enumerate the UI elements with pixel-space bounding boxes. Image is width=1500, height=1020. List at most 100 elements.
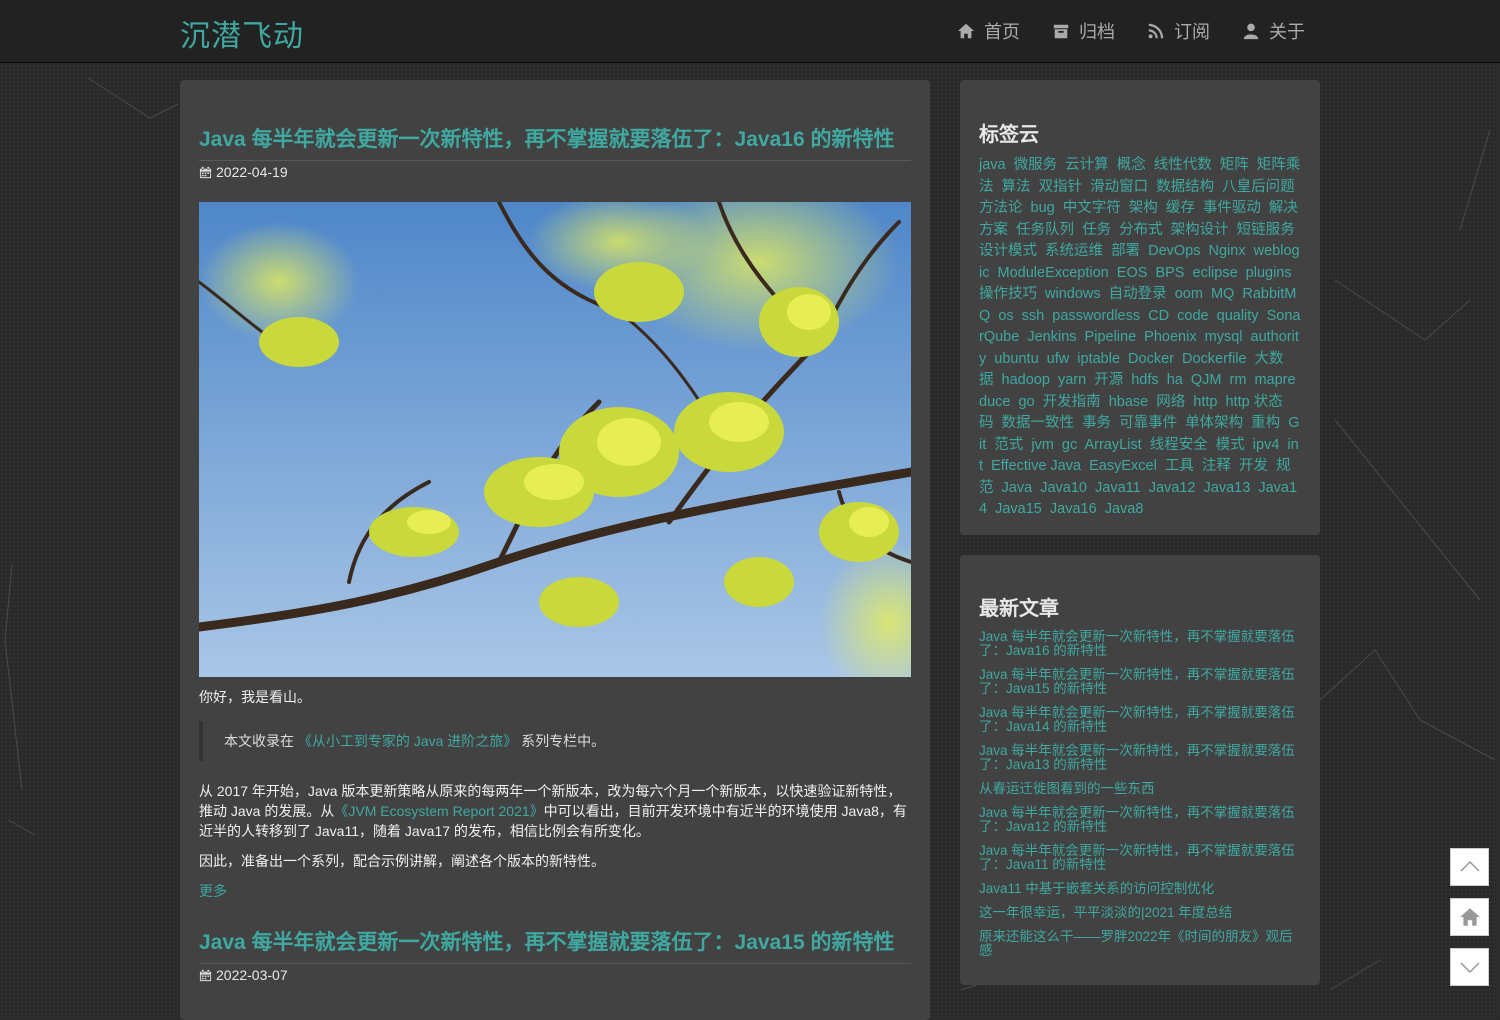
tag-link[interactable]: go — [1018, 394, 1034, 410]
tag-link[interactable]: iptable — [1077, 351, 1120, 367]
tag-link[interactable]: Phoenix — [1144, 329, 1196, 345]
tag-link[interactable]: hadoop — [1002, 372, 1050, 388]
recent-post-link[interactable]: 原来还能这么干——罗胖2022年《时间的朋友》观后感 — [979, 930, 1301, 958]
recent-post-link[interactable]: Java 每半年就会更新一次新特性，再不掌握就要落伍了：Java13 的新特性 — [979, 744, 1301, 772]
tag-link[interactable]: ufw — [1047, 351, 1070, 367]
tag-link[interactable]: 模式 — [1216, 437, 1245, 453]
tag-link[interactable]: 开发指南 — [1043, 394, 1101, 410]
tag-link[interactable]: DevOps — [1148, 243, 1200, 259]
tag-link[interactable]: Effective Java — [991, 458, 1081, 474]
tag-link[interactable]: 单体架构 — [1185, 415, 1243, 431]
tag-link[interactable]: 任务 — [1082, 222, 1111, 238]
tag-link[interactable]: Java13 — [1204, 480, 1251, 496]
tag-link[interactable]: hbase — [1109, 394, 1149, 410]
tag-link[interactable]: Java11 — [1095, 480, 1141, 496]
tag-link[interactable]: rm — [1230, 372, 1247, 388]
tag-link[interactable]: QJM — [1191, 372, 1222, 388]
tag-link[interactable]: 架构 — [1129, 200, 1158, 216]
tag-link[interactable]: Docker — [1128, 351, 1174, 367]
tag-link[interactable]: 滑动窗口 — [1090, 179, 1148, 195]
tag-link[interactable]: 云计算 — [1065, 157, 1109, 173]
tag-link[interactable]: MQ — [1211, 286, 1234, 302]
tag-link[interactable]: 方法论 — [979, 200, 1023, 216]
recent-post-link[interactable]: Java 每半年就会更新一次新特性，再不掌握就要落伍了：Java11 的新特性 — [979, 844, 1301, 872]
tag-link[interactable]: ssh — [1022, 308, 1045, 324]
tag-link[interactable]: hdfs — [1131, 372, 1158, 388]
tag-link[interactable]: 事件驱动 — [1203, 200, 1261, 216]
tag-link[interactable]: 缓存 — [1166, 200, 1195, 216]
post-title[interactable]: Java 每半年就会更新一次新特性，再不掌握就要落伍了：Java16 的新特性 — [199, 126, 911, 154]
tag-link[interactable]: ubuntu — [994, 351, 1038, 367]
tag-link[interactable]: yarn — [1058, 372, 1086, 388]
nav-archive[interactable]: 归档 — [1052, 18, 1115, 44]
tag-link[interactable]: oom — [1175, 286, 1203, 302]
scroll-top-button[interactable] — [1450, 848, 1489, 886]
tag-link[interactable]: Java12 — [1149, 480, 1196, 496]
tag-link[interactable]: code — [1177, 308, 1208, 324]
tag-link[interactable]: 架构设计 — [1171, 222, 1229, 238]
tag-link[interactable]: windows — [1045, 286, 1101, 302]
column-link[interactable]: 《从小工到专家的 Java 进阶之旅》 — [298, 733, 517, 749]
tag-link[interactable]: plugins — [1246, 265, 1292, 281]
recent-post-link[interactable]: 从春运迁徙图看到的一些东西 — [979, 782, 1301, 796]
tag-link[interactable]: http — [1193, 394, 1217, 410]
tag-link[interactable]: gc — [1062, 437, 1077, 453]
tag-link[interactable]: EasyExcel — [1089, 458, 1157, 474]
nav-rss[interactable]: 订阅 — [1147, 18, 1210, 44]
tag-link[interactable]: BPS — [1155, 265, 1184, 281]
tag-link[interactable]: 双指针 — [1039, 179, 1083, 195]
tag-link[interactable]: bug — [1031, 200, 1055, 216]
nav-home[interactable]: 首页 — [957, 18, 1020, 44]
tag-link[interactable]: 微服务 — [1014, 157, 1058, 173]
tag-link[interactable]: 工具 — [1165, 458, 1194, 474]
tag-link[interactable]: 重构 — [1251, 415, 1280, 431]
tag-link[interactable]: 注释 — [1202, 458, 1231, 474]
recent-post-link[interactable]: 这一年很幸运，平平淡淡的|2021 年度总结 — [979, 906, 1301, 920]
tag-link[interactable]: Java10 — [1040, 480, 1087, 496]
tag-link[interactable]: 数据一致性 — [1002, 415, 1075, 431]
tag-link[interactable]: 开源 — [1094, 372, 1123, 388]
tag-link[interactable]: eclipse — [1193, 265, 1238, 281]
tag-link[interactable]: 矩阵 — [1220, 157, 1249, 173]
tag-link[interactable]: passwordless — [1052, 308, 1140, 324]
tag-link[interactable]: CD — [1148, 308, 1169, 324]
tag-link[interactable]: ArrayList — [1084, 437, 1141, 453]
tag-link[interactable]: Dockerfile — [1182, 351, 1246, 367]
tag-link[interactable]: 线性代数 — [1154, 157, 1212, 173]
tag-link[interactable]: jvm — [1031, 437, 1054, 453]
tag-link[interactable]: ipv4 — [1253, 437, 1280, 453]
tag-link[interactable]: 网络 — [1156, 394, 1185, 410]
tag-link[interactable]: 中文字符 — [1063, 200, 1121, 216]
recent-post-link[interactable]: Java11 中基于嵌套关系的访问控制优化 — [979, 882, 1301, 896]
tag-link[interactable]: quality — [1217, 308, 1259, 324]
tag-link[interactable]: Java8 — [1105, 501, 1144, 517]
tag-link[interactable]: 操作技巧 — [979, 286, 1037, 302]
tag-link[interactable]: 数据结构 — [1156, 179, 1214, 195]
tag-link[interactable]: mysql — [1205, 329, 1243, 345]
recent-post-link[interactable]: Java 每半年就会更新一次新特性，再不掌握就要落伍了：Java16 的新特性 — [979, 630, 1301, 658]
tag-link[interactable]: 系统运维 — [1045, 243, 1103, 259]
tag-link[interactable]: 可靠事件 — [1119, 415, 1177, 431]
post-cover-image[interactable] — [199, 202, 911, 677]
tag-link[interactable]: Java16 — [1050, 501, 1097, 517]
tag-link[interactable]: 短链服务 — [1237, 222, 1295, 238]
tag-link[interactable]: ha — [1167, 372, 1183, 388]
tag-link[interactable]: 算法 — [1002, 179, 1031, 195]
tag-link[interactable]: 八皇后问题 — [1222, 179, 1295, 195]
tag-link[interactable]: 部署 — [1111, 243, 1140, 259]
tag-link[interactable]: Java15 — [995, 501, 1042, 517]
report-link[interactable]: 《JVM Ecosystem Report 2021》 — [334, 803, 543, 819]
tag-link[interactable]: Pipeline — [1085, 329, 1137, 345]
tag-link[interactable]: 自动登录 — [1109, 286, 1167, 302]
tag-link[interactable]: 开发 — [1239, 458, 1268, 474]
tag-link[interactable]: 设计模式 — [979, 243, 1037, 259]
tag-link[interactable]: 概念 — [1117, 157, 1146, 173]
tag-link[interactable]: java — [979, 157, 1006, 173]
tag-link[interactable]: 事务 — [1082, 415, 1111, 431]
tag-link[interactable]: EOS — [1117, 265, 1148, 281]
recent-post-link[interactable]: Java 每半年就会更新一次新特性，再不掌握就要落伍了：Java15 的新特性 — [979, 668, 1301, 696]
tag-link[interactable]: 范式 — [994, 437, 1023, 453]
tag-link[interactable]: Nginx — [1209, 243, 1246, 259]
tag-link[interactable]: Java — [1002, 480, 1033, 496]
recent-post-link[interactable]: Java 每半年就会更新一次新特性，再不掌握就要落伍了：Java12 的新特性 — [979, 806, 1301, 834]
